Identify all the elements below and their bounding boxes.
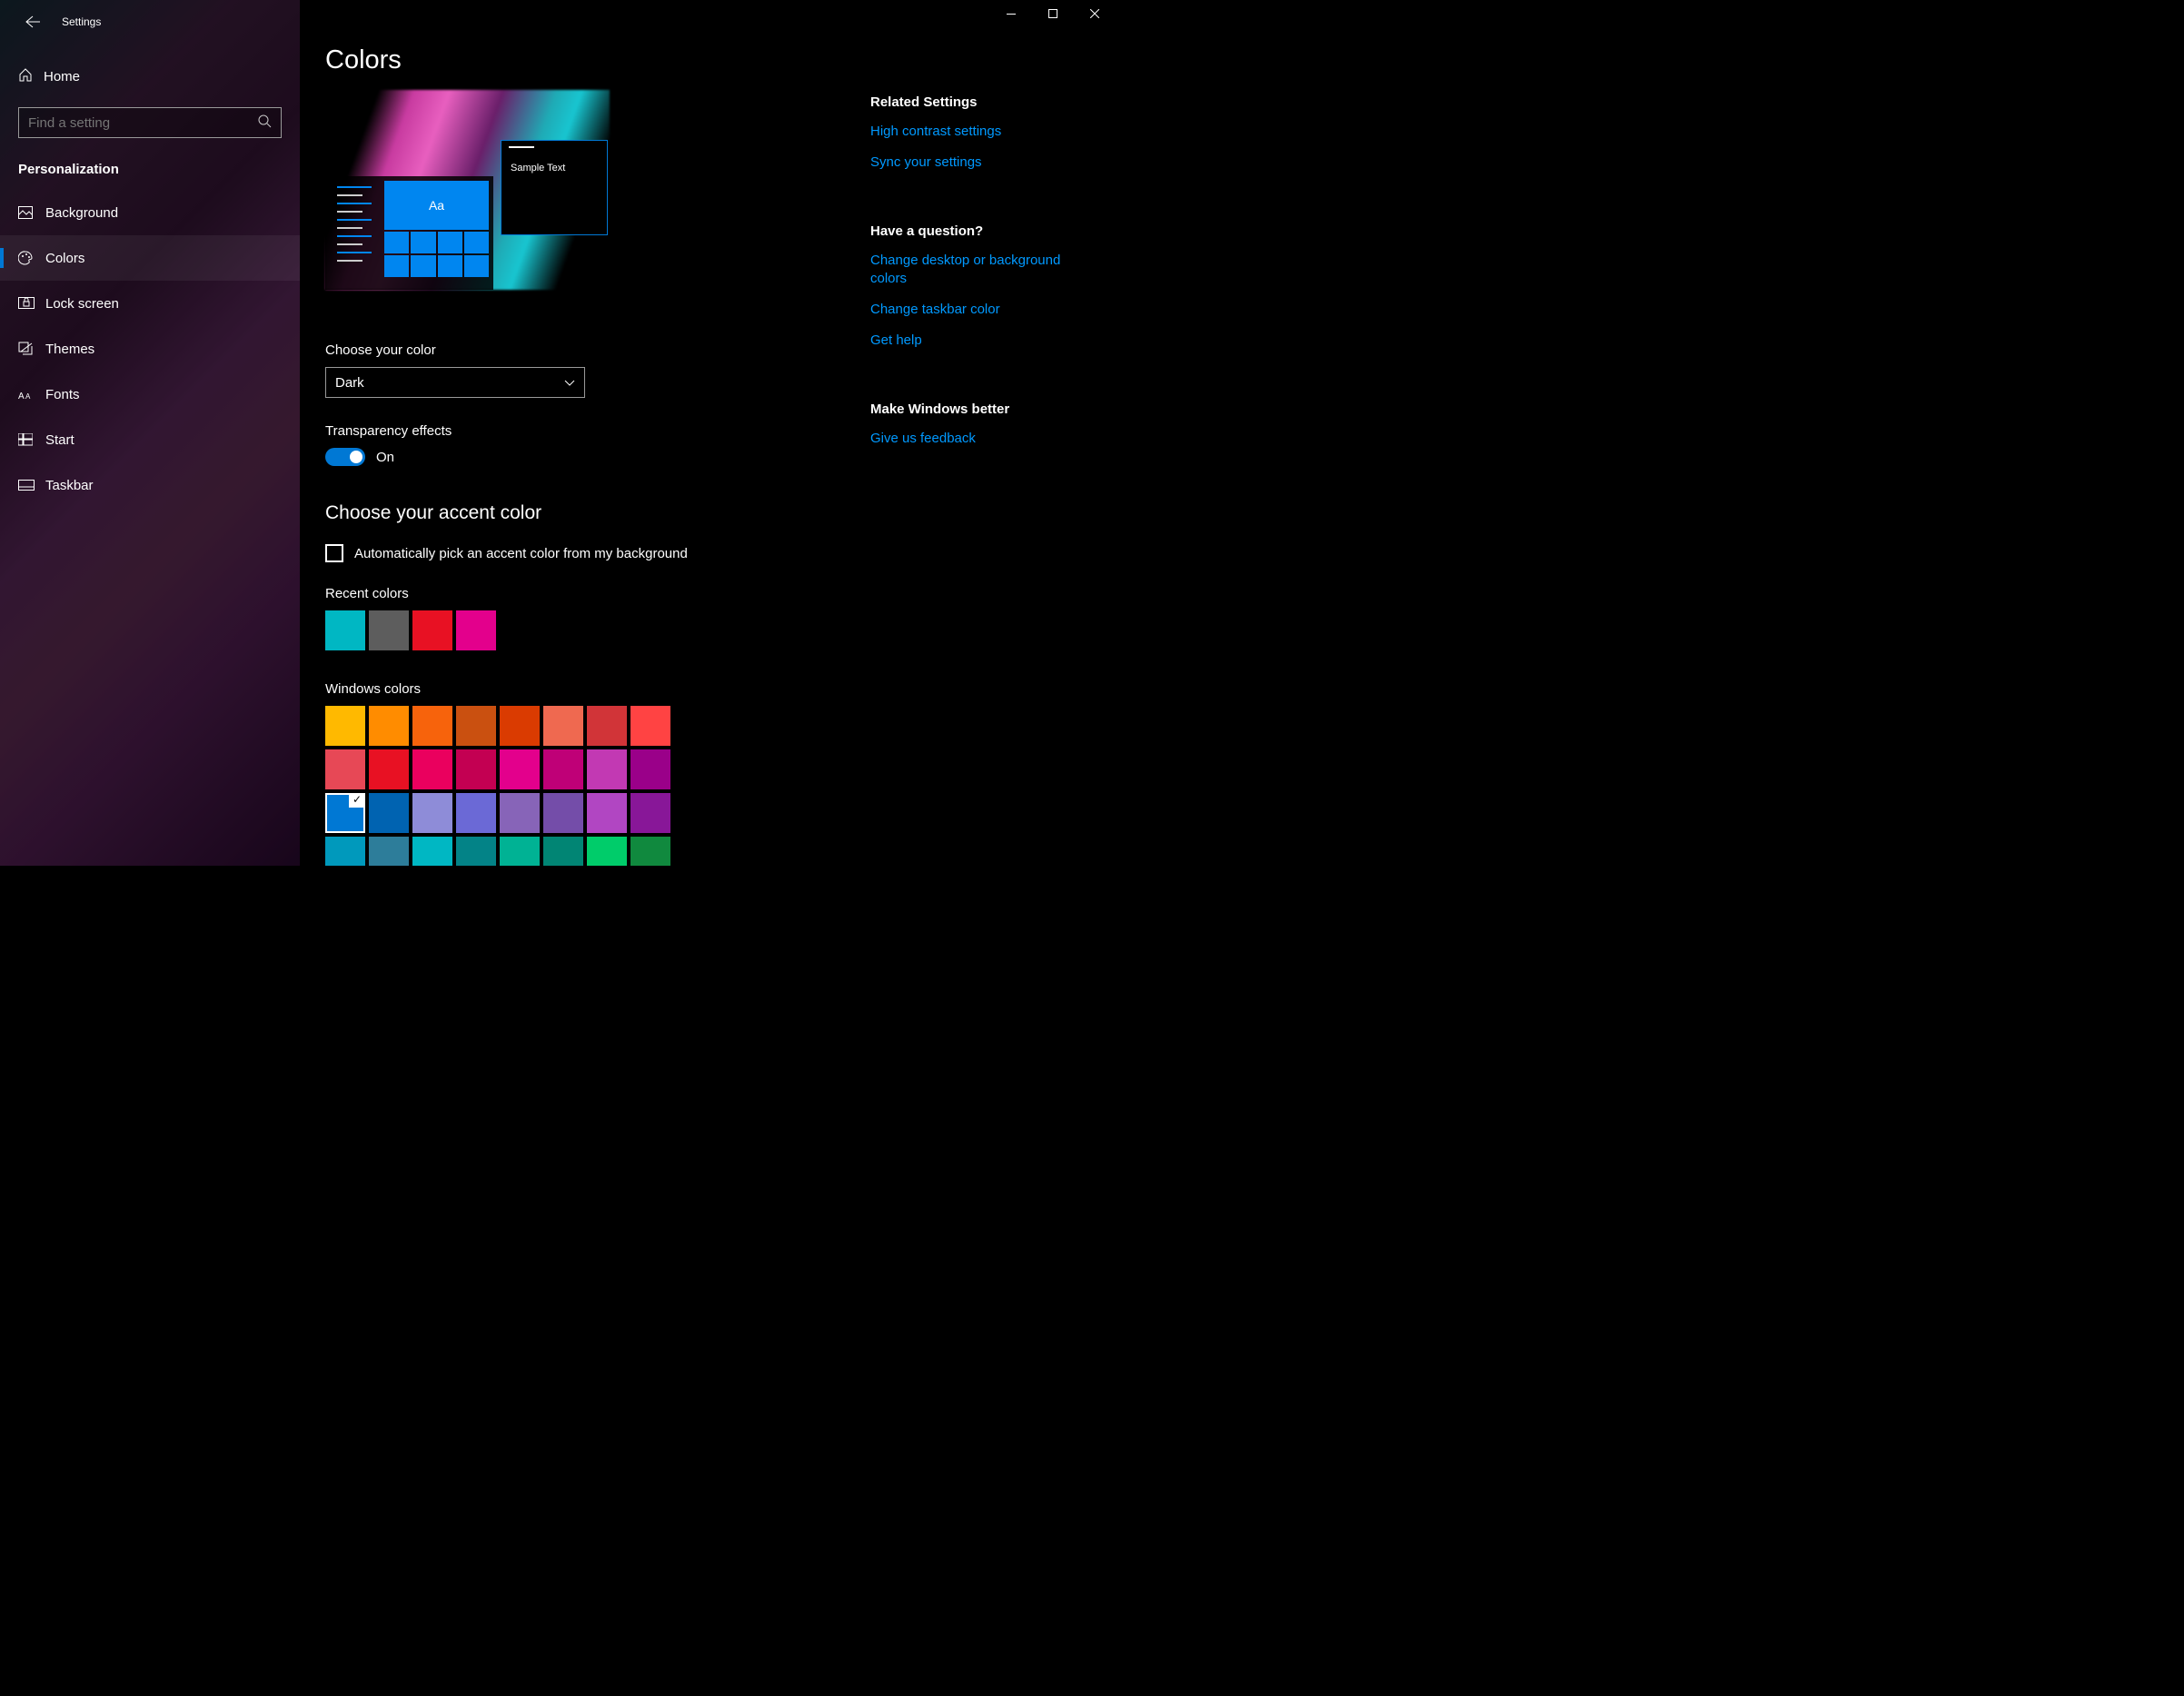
windows-color-swatch[interactable] <box>500 706 540 746</box>
dropdown-value: Dark <box>335 375 364 391</box>
auto-pick-checkbox[interactable] <box>325 544 343 562</box>
toggle-state: On <box>376 450 394 465</box>
home-label: Home <box>44 69 80 84</box>
nav-colors[interactable]: Colors <box>0 235 300 281</box>
windows-color-swatch[interactable] <box>456 706 496 746</box>
nav-lock-screen[interactable]: Lock screen <box>0 281 300 326</box>
recent-color-swatch[interactable] <box>456 610 496 650</box>
lock-screen-icon <box>18 297 45 310</box>
home-button[interactable]: Home <box>0 56 300 96</box>
choose-color-label: Choose your color <box>325 342 861 358</box>
taskbar-icon <box>18 480 45 491</box>
transparency-toggle[interactable] <box>325 448 365 466</box>
nav-label: Themes <box>45 342 94 357</box>
nav-label: Background <box>45 205 118 221</box>
windows-color-swatch[interactable] <box>630 837 670 866</box>
nav-label: Fonts <box>45 387 80 402</box>
link-get-help[interactable]: Get help <box>870 332 1079 350</box>
windows-color-swatch[interactable] <box>543 837 583 866</box>
sidebar: Settings Home Personalization Background… <box>0 0 300 866</box>
windows-color-swatch[interactable] <box>543 706 583 746</box>
auto-pick-label: Automatically pick an accent color from … <box>354 546 688 561</box>
windows-color-swatch[interactable] <box>500 793 540 833</box>
theme-preview: Aa Sample Text <box>325 90 610 290</box>
preview-window: Sample Text <box>501 140 608 235</box>
search-icon <box>258 114 272 132</box>
recent-color-swatch[interactable] <box>412 610 452 650</box>
themes-icon <box>18 342 45 356</box>
nav-background[interactable]: Background <box>0 190 300 235</box>
link-change-taskbar-color[interactable]: Change taskbar color <box>870 301 1079 319</box>
windows-color-swatch[interactable] <box>325 706 365 746</box>
windows-color-swatch[interactable] <box>369 793 409 833</box>
windows-color-swatch[interactable] <box>412 706 452 746</box>
windows-color-swatch[interactable] <box>630 793 670 833</box>
page-title: Colors <box>325 45 861 75</box>
section-label: Personalization <box>0 138 300 190</box>
recent-color-swatch[interactable] <box>369 610 409 650</box>
svg-text:A: A <box>25 392 31 401</box>
search-field[interactable] <box>28 115 258 131</box>
preview-tile: Aa <box>384 181 489 230</box>
app-title: Settings <box>62 15 101 28</box>
nav-taskbar[interactable]: Taskbar <box>0 462 300 508</box>
windows-color-swatch[interactable] <box>456 749 496 789</box>
windows-colors-label: Windows colors <box>325 681 861 697</box>
windows-color-swatch[interactable] <box>587 706 627 746</box>
windows-color-swatch[interactable] <box>412 749 452 789</box>
windows-color-swatch[interactable] <box>500 749 540 789</box>
windows-color-swatch[interactable] <box>587 749 627 789</box>
link-high-contrast[interactable]: High contrast settings <box>870 123 1079 141</box>
windows-color-swatch[interactable] <box>325 793 365 833</box>
maximize-button[interactable] <box>1032 0 1074 27</box>
nav-label: Lock screen <box>45 296 119 312</box>
link-sync-settings[interactable]: Sync your settings <box>870 154 1079 172</box>
close-button[interactable] <box>1074 0 1116 27</box>
windows-color-swatch[interactable] <box>543 749 583 789</box>
windows-color-swatch[interactable] <box>369 749 409 789</box>
windows-color-swatch[interactable] <box>325 837 365 866</box>
link-give-feedback[interactable]: Give us feedback <box>870 430 1079 448</box>
windows-color-swatch[interactable] <box>543 793 583 833</box>
back-button[interactable] <box>15 4 51 40</box>
nav-start[interactable]: Start <box>0 417 300 462</box>
transparency-label: Transparency effects <box>325 423 861 439</box>
nav-label: Start <box>45 432 74 448</box>
windows-color-swatch[interactable] <box>587 837 627 866</box>
windows-color-swatch[interactable] <box>630 749 670 789</box>
windows-color-swatch[interactable] <box>325 749 365 789</box>
nav-fonts[interactable]: AA Fonts <box>0 372 300 417</box>
search-input[interactable] <box>18 107 282 138</box>
chevron-down-icon <box>564 375 575 391</box>
nav-themes[interactable]: Themes <box>0 326 300 372</box>
question-heading: Have a question? <box>870 223 1079 239</box>
svg-text:A: A <box>18 392 25 401</box>
minimize-button[interactable] <box>990 0 1032 27</box>
windows-color-swatch[interactable] <box>456 793 496 833</box>
picture-icon <box>18 206 45 219</box>
nav-label: Taskbar <box>45 478 94 493</box>
recent-colors-label: Recent colors <box>325 586 861 601</box>
windows-color-swatch[interactable] <box>369 706 409 746</box>
windows-color-swatch[interactable] <box>630 706 670 746</box>
choose-color-dropdown[interactable]: Dark <box>325 367 585 398</box>
make-better-heading: Make Windows better <box>870 402 1079 417</box>
windows-color-swatch[interactable] <box>500 837 540 866</box>
related-settings-heading: Related Settings <box>870 94 1079 110</box>
link-change-desktop-colors[interactable]: Change desktop or background colors <box>870 252 1079 289</box>
nav-label: Colors <box>45 251 84 266</box>
palette-icon <box>18 251 45 265</box>
preview-sample-text: Sample Text <box>511 163 598 174</box>
recent-color-swatch[interactable] <box>325 610 365 650</box>
windows-color-swatch[interactable] <box>587 793 627 833</box>
accent-heading: Choose your accent color <box>325 502 861 524</box>
fonts-icon: AA <box>18 388 45 401</box>
start-icon <box>18 433 45 446</box>
windows-color-swatch[interactable] <box>412 793 452 833</box>
home-icon <box>18 67 44 85</box>
windows-color-swatch[interactable] <box>412 837 452 866</box>
windows-color-swatch[interactable] <box>369 837 409 866</box>
windows-color-swatch[interactable] <box>456 837 496 866</box>
